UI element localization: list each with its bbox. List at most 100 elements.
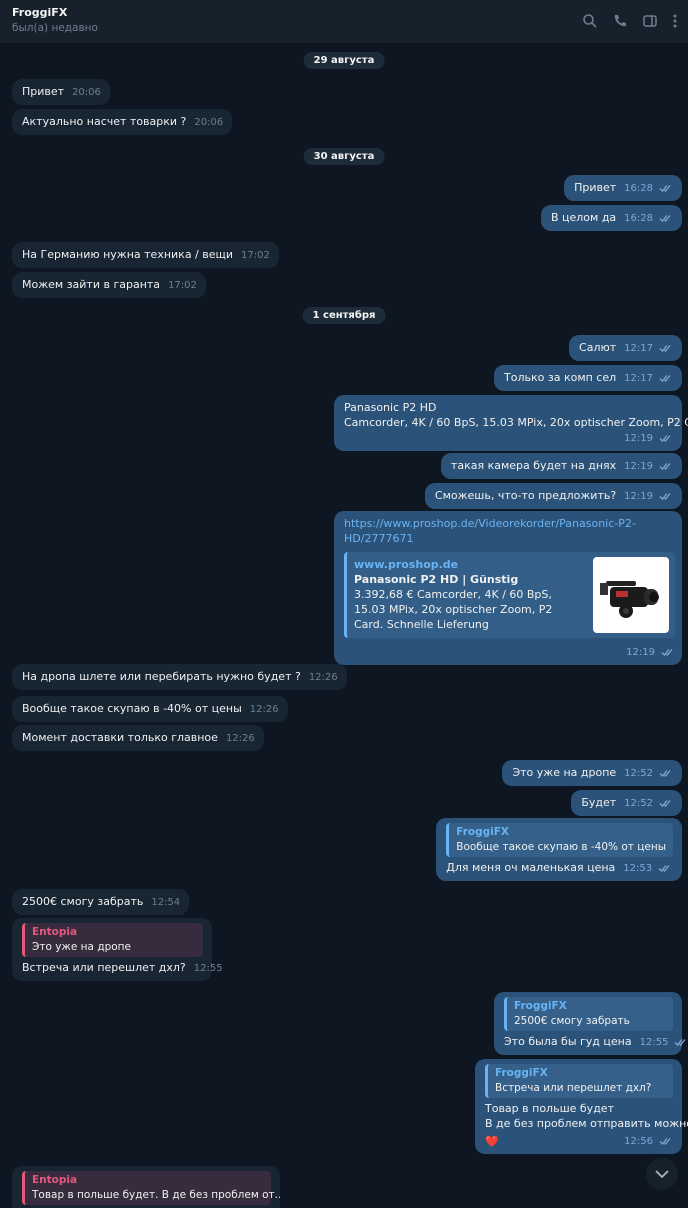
read-check-icon (674, 1038, 687, 1046)
reply-text: Встреча или перешлет дхл? (495, 1082, 652, 1094)
message-incoming[interactable]: 2500€ смогу забрать 12:54 (12, 889, 190, 915)
reply-quote[interactable]: FroggiFX Встреча или перешлет дхл? (485, 1064, 673, 1098)
message-outgoing[interactable]: FroggiFX 2500€ смогу забрать Это была бы… (494, 992, 687, 1055)
message-time: 12:17 (624, 343, 653, 354)
message-text: Вообще такое скупаю в -40% от цены (22, 702, 242, 715)
message-text: Это уже на дропе (512, 766, 617, 779)
message-time: 12:26 (249, 704, 279, 715)
message-incoming[interactable]: Entopia Товар в польше будет. В де без п… (12, 1166, 280, 1208)
read-check-icon (659, 462, 671, 470)
reply-text: Вообще такое скупаю в -40% от цены (456, 841, 666, 853)
camcorder-icon (600, 581, 659, 618)
read-check-icon (659, 769, 671, 777)
read-check-icon (661, 648, 673, 656)
message-incoming[interactable]: Entopia Это уже на дропе Встреча или пер… (12, 918, 223, 981)
reaction-heart[interactable]: ❤️ (485, 1134, 499, 1149)
message-time: 12:54 (151, 897, 181, 908)
message-time: 12:17 (624, 373, 653, 384)
message-incoming[interactable]: Можем зайти в гаранта 17:02 (12, 272, 206, 298)
message-text: В целом да (550, 211, 617, 224)
read-check-icon (659, 799, 671, 807)
contact-status: был(а) недавно (12, 22, 98, 34)
message-text: Будет (581, 796, 617, 809)
message-outgoing[interactable]: Салют 12:17 (569, 335, 682, 361)
message-text: Это была бы гуд цена (504, 1035, 632, 1048)
message-outgoing[interactable]: Сможешь, что-то предложить? 12:19 (424, 483, 682, 509)
message-outgoing[interactable]: FroggiFX Встреча или перешлет дхл? Товар… (475, 1059, 688, 1154)
message-incoming[interactable]: Момент доставки только главное 12:26 (12, 725, 264, 751)
phone-icon[interactable] (612, 13, 628, 29)
message-time: 12:26 (225, 733, 255, 744)
reply-author: FroggiFX (495, 1067, 548, 1079)
reply-quote[interactable]: Entopia Товар в польше будет. В де без п… (22, 1171, 280, 1205)
message-text: такая камера будет на днях (450, 459, 617, 472)
message-time: 17:02 (168, 280, 197, 291)
preview-title: Panasonic P2 HD | Günstig (354, 573, 519, 586)
message-time: 20:06 (194, 117, 224, 128)
message-time: 12:55 (193, 963, 223, 974)
more-menu-icon[interactable] (672, 13, 678, 29)
message-outgoing[interactable]: Будет 12:52 (571, 790, 682, 816)
read-check-icon (659, 1137, 671, 1145)
link-preview[interactable]: www.proshop.de Panasonic P2 HD | Günstig… (344, 552, 675, 638)
message-outgoing[interactable]: Привет 16:28 (564, 175, 682, 201)
date-separator: 30 августа (303, 148, 385, 165)
message-text: На дропа шлете или перебирать нужно буде… (22, 670, 301, 683)
camcorder-thumbnail (593, 557, 669, 633)
message-link[interactable]: https://www.proshop.de/Videorekorder/Pan… (344, 516, 675, 531)
message-text: Привет (574, 181, 617, 194)
chat-header[interactable]: FroggiFX был(а) недавно (0, 0, 688, 44)
message-text: Camcorder, 4K / 60 BpS, 15.03 MPix, 20x … (344, 416, 688, 429)
message-time: 20:06 (72, 87, 101, 98)
reply-author: Entopia (32, 926, 78, 938)
message-text: Привет (22, 85, 65, 98)
message-incoming[interactable]: На Германию нужна техника / вещи 17:02 (12, 242, 279, 268)
message-incoming[interactable]: На дропа шлете или перебирать нужно буде… (12, 664, 347, 690)
reply-quote[interactable]: FroggiFX Вообще такое скупаю в -40% от ц… (446, 823, 673, 857)
message-outgoing[interactable]: В целом да 16:28 (540, 205, 682, 231)
message-text: Актуально насчет товарки ? (22, 115, 187, 128)
contact-name[interactable]: FroggiFX (12, 6, 676, 19)
message-time: 16:28 (624, 183, 653, 194)
message-time: 12:52 (624, 798, 653, 809)
search-icon[interactable] (582, 13, 598, 29)
read-check-icon (659, 374, 671, 382)
message-text: Только за комп сел (504, 371, 617, 384)
read-check-icon (658, 864, 670, 872)
message-time: 12:19 (624, 433, 653, 444)
message-time: 12:55 (639, 1037, 669, 1048)
message-outgoing[interactable]: такая камера будет на днях 12:19 (440, 453, 682, 479)
message-incoming[interactable]: Привет 20:06 (12, 79, 110, 105)
message-time: 12:19 (624, 461, 653, 472)
reply-author: FroggiFX (514, 1000, 567, 1012)
scroll-to-bottom-button[interactable] (646, 1158, 678, 1190)
message-link[interactable]: HD/2777671 (344, 531, 675, 546)
message-outgoing[interactable]: FroggiFX Вообще такое скупаю в -40% от ц… (436, 818, 682, 881)
message-outgoing[interactable]: https://www.proshop.de/Videorekorder/Pan… (334, 511, 682, 665)
reply-author: FroggiFX (456, 826, 510, 838)
message-time: 12:19 (626, 647, 655, 658)
read-check-icon (659, 184, 671, 192)
message-outgoing[interactable]: Это уже на дропе 12:52 (502, 760, 682, 786)
message-time: 12:19 (624, 491, 653, 502)
reply-quote[interactable]: Entopia Это уже на дропе (22, 923, 203, 957)
message-text: Товар в польше будет (485, 1102, 614, 1115)
read-check-icon (659, 344, 671, 352)
message-time: 12:56 (624, 1136, 653, 1147)
message-text: Встреча или перешлет дхл? (22, 961, 186, 974)
message-text: Сможешь, что-то предложить? (434, 489, 617, 502)
message-outgoing[interactable]: Только за комп сел 12:17 (494, 365, 682, 391)
reply-text: 2500€ смогу забрать (514, 1015, 630, 1027)
message-time: 12:52 (624, 768, 653, 779)
message-time: 16:28 (624, 213, 653, 224)
message-text: Салют (579, 341, 617, 354)
reply-author: Entopia (32, 1174, 78, 1186)
header-actions (582, 13, 678, 29)
message-incoming[interactable]: Актуально насчет товарки ? 20:06 (12, 109, 233, 135)
message-incoming[interactable]: Вообще такое скупаю в -40% от цены 12:26 (12, 696, 288, 722)
sidebar-toggle-icon[interactable] (642, 13, 658, 29)
reply-quote[interactable]: FroggiFX 2500€ смогу забрать (504, 997, 673, 1031)
message-list[interactable]: 29 августа Привет 20:06 Актуально насчет … (0, 44, 688, 1208)
message-outgoing[interactable]: Panasonic P2 HD Camcorder, 4K / 60 BpS, … (334, 395, 688, 451)
message-time: 12:26 (308, 672, 338, 683)
